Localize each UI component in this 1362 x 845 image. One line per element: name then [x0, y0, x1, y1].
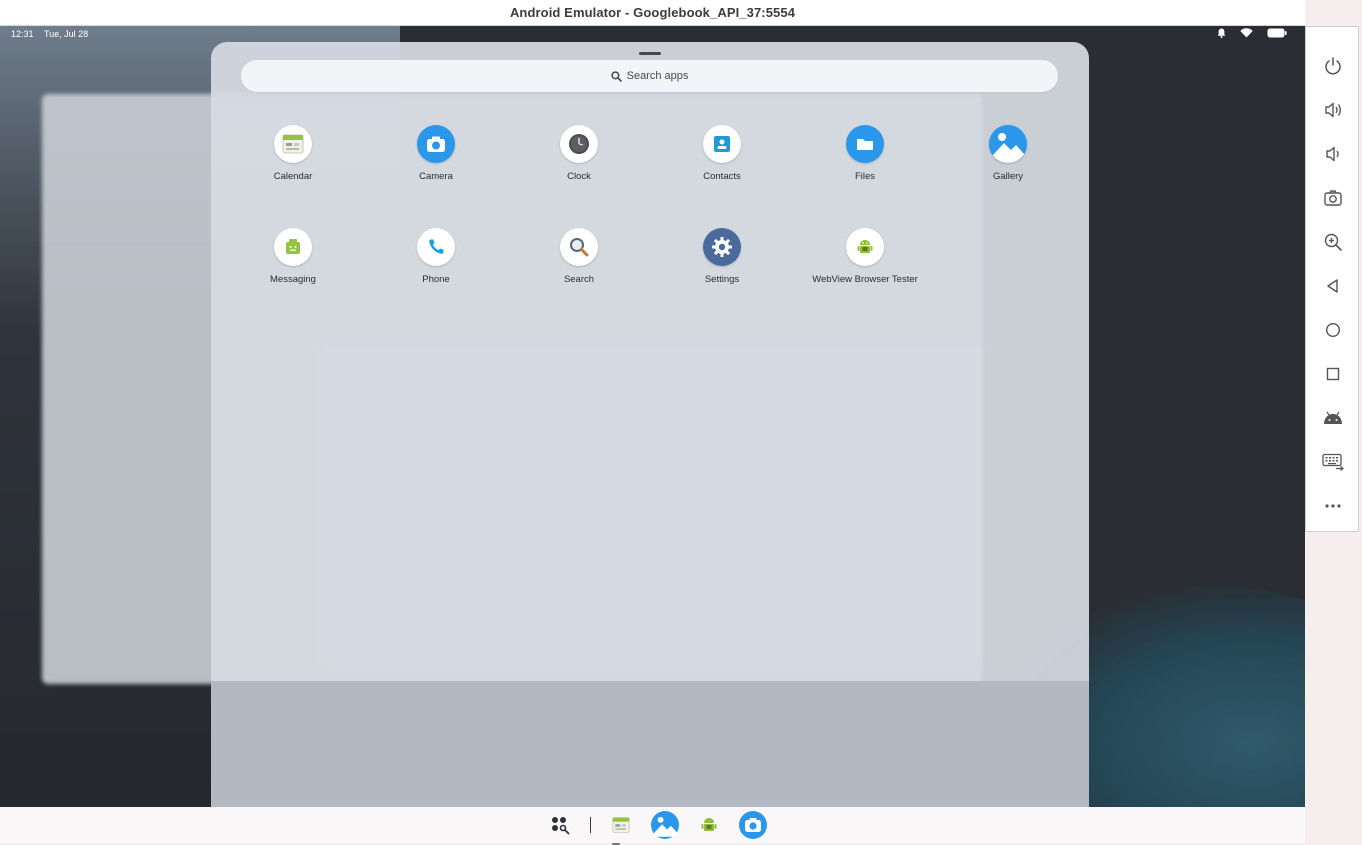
app-label: Contacts	[703, 171, 741, 182]
app-label: Camera	[419, 171, 453, 182]
app-search[interactable]: Search	[508, 228, 650, 285]
app-gallery[interactable]: Gallery	[937, 125, 1079, 182]
app-label: Files	[854, 171, 876, 182]
app-webview-browser-tester[interactable]: WebView Browser Tester	[794, 228, 936, 285]
volume-down-icon	[1326, 146, 1339, 162]
android-icon	[1324, 411, 1342, 424]
camera-icon	[417, 125, 455, 163]
android-webview-icon	[701, 818, 717, 831]
camera-icon	[739, 811, 767, 839]
power-icon	[1325, 57, 1341, 75]
emulator-control-panel	[1305, 26, 1359, 532]
taskbar-webview-browser-tester[interactable]	[695, 811, 723, 839]
app-clock[interactable]: Clock	[508, 125, 650, 182]
app-settings[interactable]: Settings	[651, 228, 793, 285]
app-label: Gallery	[992, 171, 1024, 182]
phone-icon	[417, 228, 455, 266]
taskbar	[0, 807, 1305, 845]
app-calendar[interactable]: Calendar	[222, 125, 364, 182]
contacts-icon	[703, 125, 741, 163]
status-bar: 12:31 Tue, Jul 28	[0, 26, 1305, 43]
settings-icon	[703, 228, 741, 266]
taskbar-calendar[interactable]	[607, 811, 635, 839]
app-label: Messaging	[270, 274, 316, 285]
overview-icon	[1326, 367, 1340, 381]
app-camera[interactable]: Camera	[365, 125, 507, 182]
home-button[interactable]	[1320, 317, 1346, 343]
back-button[interactable]	[1320, 273, 1346, 299]
app-label: Search	[563, 274, 595, 285]
power-button[interactable]	[1320, 53, 1346, 79]
app-label: Phone	[422, 274, 450, 285]
app-label: Settings	[704, 274, 740, 285]
app-label: WebView Browser Tester	[812, 274, 918, 285]
taskbar-camera[interactable]	[739, 811, 767, 839]
back-icon	[1327, 279, 1338, 293]
app-messaging[interactable]: Messaging	[222, 228, 364, 285]
app-files[interactable]: Files	[794, 125, 936, 182]
search-icon	[610, 70, 622, 82]
clock-icon	[560, 125, 598, 163]
search-app-icon	[560, 228, 598, 266]
window-title: Android Emulator - Googlebook_API_37:555…	[509, 5, 796, 20]
wifi-icon	[1240, 28, 1253, 38]
screenshot-button[interactable]	[1320, 185, 1346, 211]
more-button[interactable]	[1320, 493, 1346, 519]
volume-up-button[interactable]	[1320, 97, 1346, 123]
files-icon	[846, 125, 884, 163]
notification-bell-icon	[1217, 28, 1226, 38]
android-button[interactable]	[1320, 405, 1346, 431]
app-label: Clock	[567, 171, 591, 182]
keyboard-icon	[1322, 453, 1344, 471]
screenshot-camera-icon	[1324, 190, 1342, 206]
app-contacts[interactable]: Contacts	[651, 125, 793, 182]
app-drawer-footer	[211, 681, 1089, 807]
calendar-icon	[274, 125, 312, 163]
keyboard-button[interactable]	[1320, 449, 1346, 475]
taskbar-divider	[590, 817, 591, 833]
android-screen[interactable]: 12:31 Tue, Jul 28 Search apps Calendar C…	[0, 26, 1305, 807]
emulator-window-titlebar[interactable]: Android Emulator - Googlebook_API_37:555…	[0, 0, 1305, 26]
home-icon	[1325, 322, 1341, 338]
zoom-button[interactable]	[1320, 229, 1346, 255]
gallery-icon	[989, 125, 1027, 163]
volume-up-icon	[1325, 102, 1341, 118]
overview-button[interactable]	[1320, 361, 1346, 387]
search-apps-input[interactable]: Search apps	[241, 60, 1058, 92]
gallery-icon	[651, 811, 679, 839]
search-apps-placeholder: Search apps	[626, 70, 689, 82]
battery-icon	[1267, 28, 1287, 38]
volume-down-button[interactable]	[1320, 141, 1346, 167]
more-icon	[1325, 504, 1341, 508]
app-phone[interactable]: Phone	[365, 228, 507, 285]
all-apps-button[interactable]	[546, 811, 574, 839]
android-webview-icon	[846, 228, 884, 266]
status-time: 12:31	[11, 29, 34, 39]
drawer-drag-handle[interactable]	[639, 52, 661, 55]
all-apps-icon	[552, 817, 570, 835]
app-label: Calendar	[273, 171, 313, 182]
messaging-icon	[274, 228, 312, 266]
taskbar-gallery[interactable]	[651, 811, 679, 839]
calendar-icon	[612, 817, 630, 833]
status-date: Tue, Jul 28	[44, 29, 89, 39]
zoom-icon	[1324, 233, 1342, 251]
